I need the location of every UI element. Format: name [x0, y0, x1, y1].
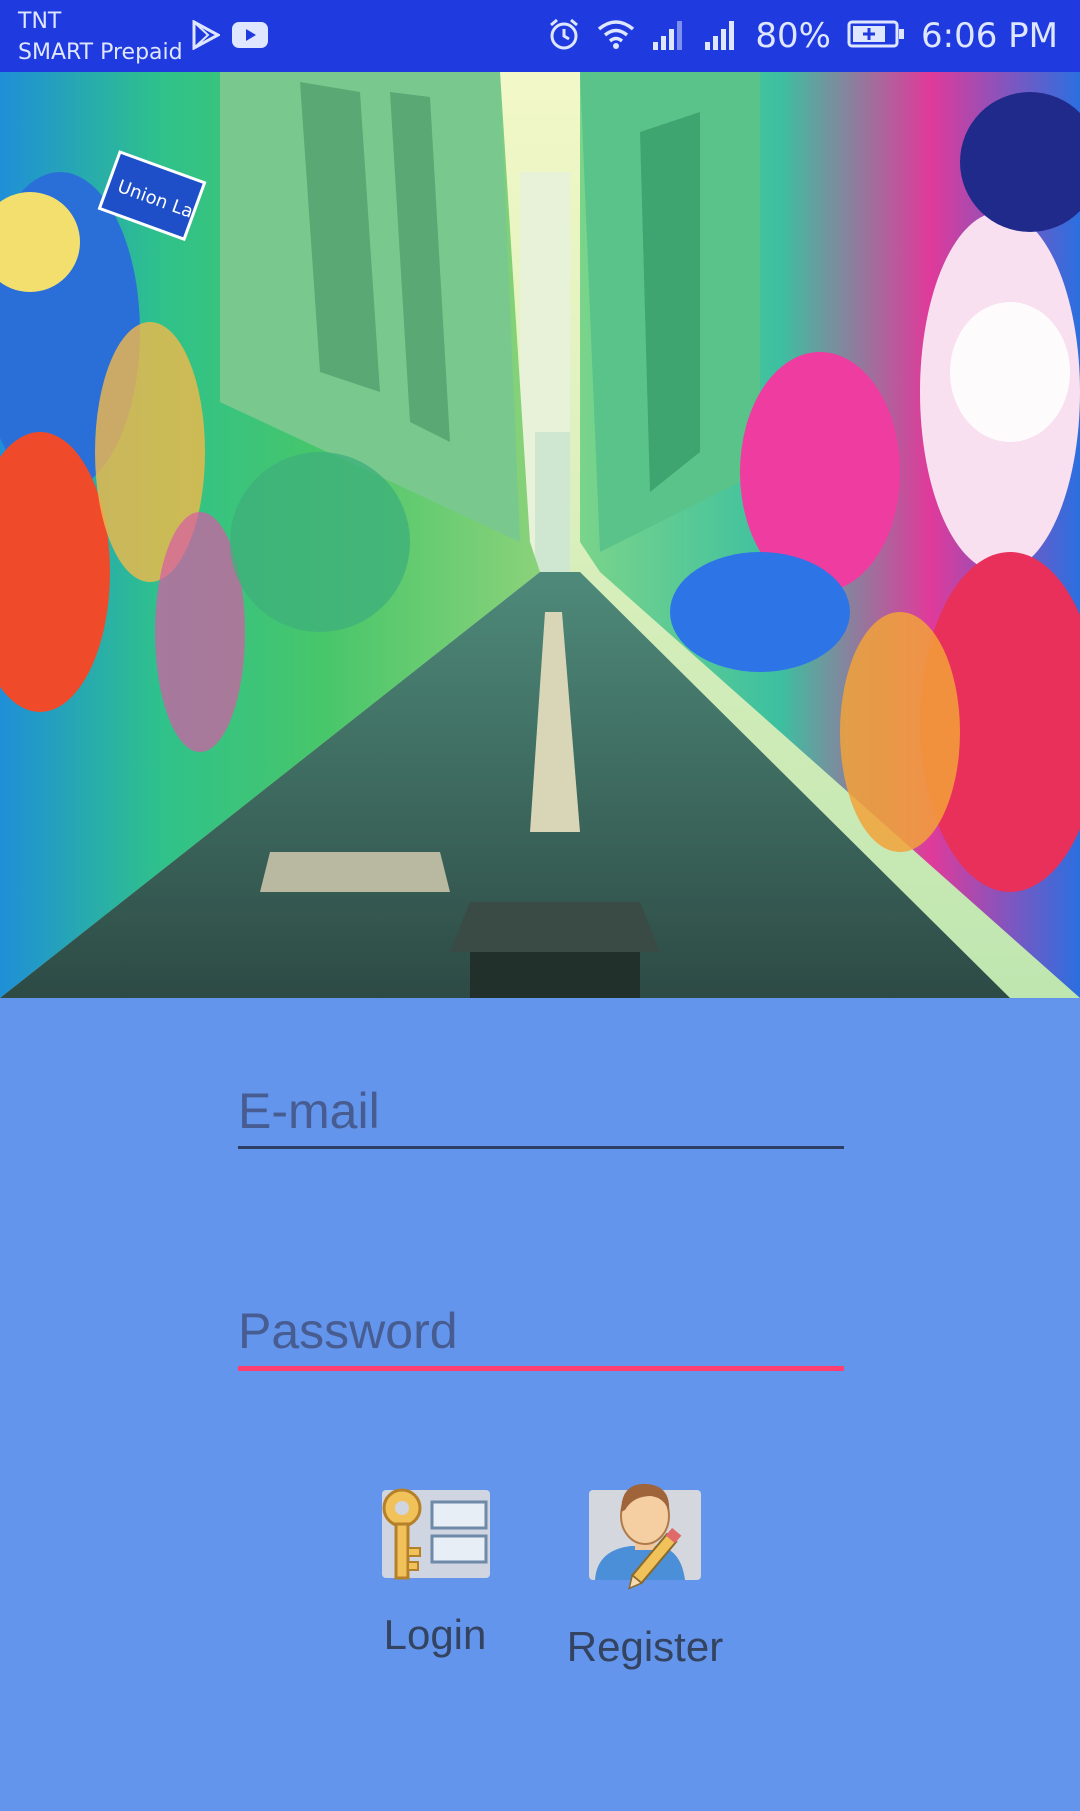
register-label: Register — [566, 1623, 724, 1670]
email-field[interactable] — [238, 1076, 844, 1146]
play-store-icon — [192, 19, 222, 55]
hero-image: Union La — [0, 72, 1080, 998]
carrier-plan: SMART Prepaid — [18, 40, 183, 65]
password-field-container — [238, 1296, 844, 1371]
youtube-icon — [232, 22, 268, 53]
battery-charging-icon — [847, 19, 905, 54]
status-bar: TNT SMART Prepaid 80% 6:06 PM — [0, 0, 1080, 72]
alarm-icon — [547, 17, 581, 56]
signal-icon — [651, 18, 687, 55]
battery-percent: 80% — [755, 16, 831, 56]
key-login-icon — [376, 1486, 494, 1587]
register-button[interactable]: Register — [560, 1476, 730, 1671]
user-edit-icon — [585, 1476, 705, 1599]
email-field-container — [238, 1076, 844, 1149]
password-field[interactable] — [238, 1296, 844, 1366]
carrier-info: TNT SMART Prepaid — [18, 6, 183, 68]
signal-icon — [703, 18, 739, 55]
wifi-icon — [597, 19, 635, 54]
login-button[interactable]: Login — [356, 1486, 514, 1659]
login-label: Login — [383, 1611, 487, 1658]
carrier-name: TNT — [18, 9, 62, 34]
clock: 6:06 PM — [921, 16, 1058, 56]
